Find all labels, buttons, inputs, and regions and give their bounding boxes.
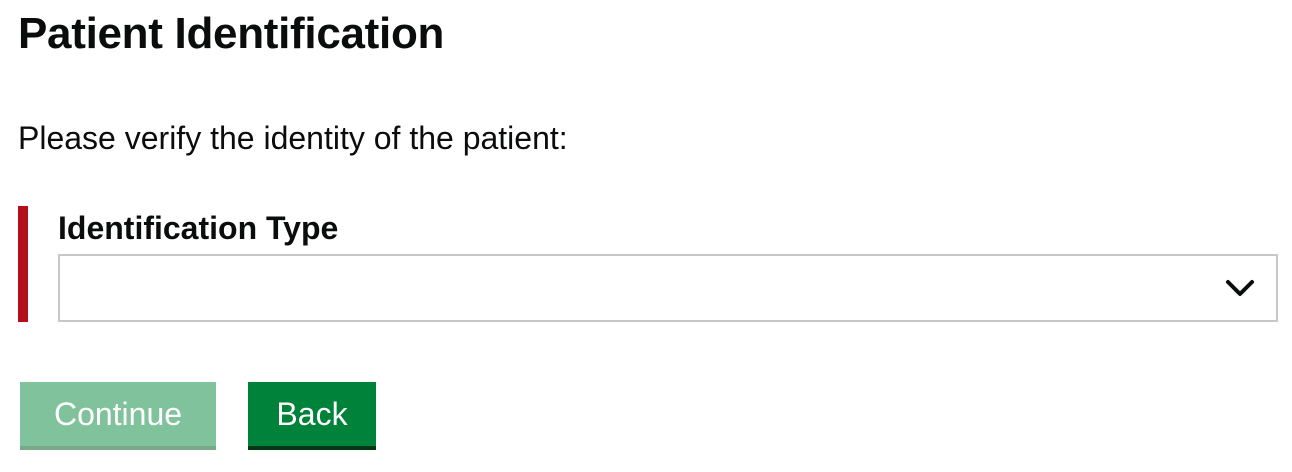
back-button[interactable]: Back [248, 382, 376, 446]
identification-type-label: Identification Type [58, 210, 339, 246]
error-indicator-bar [18, 206, 28, 322]
chevron-down-icon [1226, 280, 1254, 296]
continue-button[interactable]: Continue [20, 382, 216, 446]
instruction-text: Please verify the identity of the patien… [18, 120, 568, 156]
page-title: Patient Identification [18, 9, 445, 58]
identification-type-form-group: Identification Type [18, 206, 1280, 322]
identification-type-select[interactable] [58, 254, 1278, 322]
